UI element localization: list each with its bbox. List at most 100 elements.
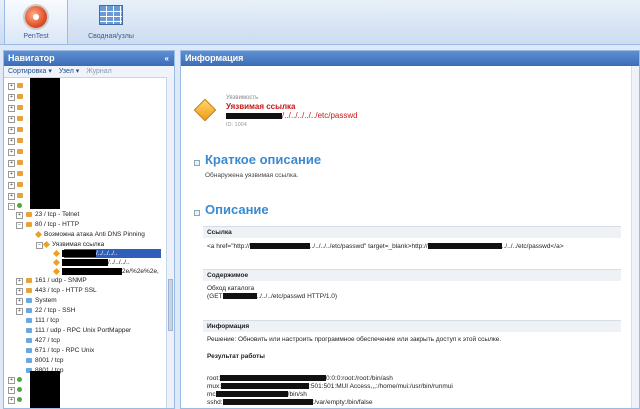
tree-service-node[interactable]: 111 / tcp — [26, 316, 59, 325]
result-user: root: — [207, 375, 221, 382]
tree-service-node[interactable]: 8001 / tcp — [26, 356, 64, 365]
expand-icon[interactable]: + — [8, 387, 15, 394]
tree-service-node[interactable]: 443 / tcp - HTTP SSL — [26, 286, 97, 295]
tree-service-node[interactable]: 23 / tcp - Telnet — [26, 210, 79, 219]
tree-node-label: 111 / udp - RPC Unix PortMapper — [35, 327, 132, 334]
tree-host-node[interactable] — [17, 180, 26, 189]
expand-icon[interactable]: + — [16, 278, 23, 285]
expand-icon[interactable]: + — [16, 288, 23, 295]
tree-service-node[interactable]: 80 / tcp - HTTP — [26, 220, 79, 229]
tree-service-node[interactable]: 22 / tcp - SSH — [26, 306, 75, 315]
tree-host-node[interactable] — [17, 385, 25, 394]
vuln-icon — [52, 249, 61, 257]
information-scrollbar[interactable] — [631, 66, 639, 408]
tree-host-node[interactable] — [17, 81, 26, 90]
result-tail: /bin/sh — [287, 391, 307, 398]
section-toggle-icon[interactable] — [194, 160, 200, 166]
tree-host-node[interactable] — [17, 92, 26, 101]
tree-service-node[interactable]: 161 / udp - SNMP — [26, 276, 87, 285]
tree-host-node[interactable] — [17, 169, 26, 178]
tree-node-label: System — [35, 297, 57, 304]
expand-icon[interactable]: + — [8, 105, 15, 112]
expand-icon[interactable]: + — [8, 377, 15, 384]
tree-vuln-link[interactable]: 2e/%2e%2e, — [52, 267, 159, 276]
navigator-title: Навигатор — [8, 53, 55, 63]
navigator-panel: Навигатор « Сортировка ▾ Узел ▾ Журнал +… — [3, 50, 175, 409]
information-header: Информация — [181, 51, 639, 66]
expand-icon[interactable]: + — [8, 160, 15, 167]
expand-icon[interactable]: + — [8, 83, 15, 90]
link-text-part: ../../../etc/passwd</a> — [501, 243, 564, 250]
tree-service-node[interactable]: System — [26, 296, 57, 305]
expand-icon[interactable]: + — [8, 116, 15, 123]
tree-node-label: 111 / tcp — [35, 317, 59, 324]
tree-host-node[interactable] — [17, 136, 26, 145]
tab-summary-nodes[interactable]: Сводная/узлы — [78, 0, 144, 44]
expand-icon[interactable]: + — [8, 397, 15, 404]
collapse-node-icon[interactable]: − — [8, 203, 15, 210]
tree-service-node[interactable]: 427 / tcp — [26, 336, 60, 345]
section-toggle-icon[interactable] — [194, 210, 200, 216]
expand-icon[interactable]: + — [8, 138, 15, 145]
tree-host-node[interactable] — [17, 125, 26, 134]
vuln-path-text: /../../../../../etc/passwd — [282, 111, 358, 120]
expand-icon[interactable]: + — [8, 94, 15, 101]
expand-icon[interactable]: + — [8, 149, 15, 156]
tree-host-node[interactable] — [17, 158, 26, 167]
service-icon — [26, 277, 32, 283]
tree-host-node[interactable] — [17, 103, 26, 112]
expand-icon[interactable]: + — [8, 193, 15, 200]
vuln-type: Уязвимость — [226, 95, 259, 101]
tree-host-node[interactable] — [17, 191, 26, 200]
host-icon — [17, 159, 23, 165]
tree-node-label: 22 / tcp - SSH — [35, 307, 76, 314]
tree-vuln-node[interactable]: Уязвимая ссылка — [42, 240, 105, 249]
expand-icon[interactable]: + — [8, 182, 15, 189]
expand-icon[interactable]: + — [8, 127, 15, 134]
collapse-icon[interactable]: « — [165, 51, 169, 66]
info-header: Информация — [203, 320, 621, 332]
result-user: sshd: — [207, 399, 223, 406]
host-icon — [17, 148, 23, 154]
tree-service-node[interactable]: 111 / udp - RPC Unix PortMapper — [26, 326, 131, 335]
tree-host-node[interactable] — [17, 375, 25, 384]
solution-text: Решение: Обновить или настроить программ… — [207, 336, 502, 343]
information-title: Информация — [185, 53, 244, 63]
scrollbar-thumb[interactable] — [168, 279, 173, 331]
tab-pentest-label: PenTest — [23, 33, 49, 40]
node-menu[interactable]: Узел ▾ — [59, 68, 79, 75]
service-icon — [26, 327, 32, 333]
redacted-text — [220, 375, 327, 382]
short-description-text: Обнаружена уязвимая ссылка. — [205, 172, 299, 179]
tree-service-node[interactable]: 671 / tcp - RPC Unix — [26, 346, 94, 355]
tree-node-label: Уязвимая ссылка — [52, 241, 105, 248]
host-icon — [17, 93, 23, 99]
result-header: Результат работы — [207, 353, 265, 360]
expand-icon[interactable]: + — [16, 212, 23, 219]
host-up-icon — [17, 396, 22, 402]
host-icon — [17, 170, 23, 176]
tree-host-node[interactable] — [17, 147, 26, 156]
navigator-scrollbar[interactable] — [166, 77, 174, 408]
expand-icon[interactable]: + — [16, 308, 23, 315]
navigator-toolbar: Сортировка ▾ Узел ▾ Журнал — [4, 66, 174, 78]
tab-pentest[interactable]: PenTest — [4, 0, 68, 44]
result-line: mc/bin/sh — [207, 391, 307, 398]
collapse-node-icon[interactable]: − — [36, 242, 43, 249]
expand-icon[interactable]: + — [16, 298, 23, 305]
vuln-icon — [34, 230, 43, 238]
journal-menu[interactable]: Журнал — [86, 68, 112, 75]
service-icon — [26, 357, 32, 363]
tree-vuln-node[interactable]: Возможна атака Anti DNS Pinning — [34, 230, 145, 239]
collapse-node-icon[interactable]: − — [16, 222, 23, 229]
vuln-icon — [52, 258, 61, 266]
tree-host-node-expanded[interactable] — [17, 201, 25, 210]
navigator-header: Навигатор « — [4, 51, 174, 66]
tree-host-node[interactable] — [17, 114, 26, 123]
grid-icon — [99, 5, 123, 25]
tree-vuln-link-selected[interactable]: /../../../.. — [52, 249, 118, 258]
expand-icon[interactable]: + — [8, 171, 15, 178]
sort-menu[interactable]: Сортировка ▾ — [8, 68, 52, 75]
tree-host-node[interactable] — [17, 395, 25, 404]
tree-vuln-link[interactable]: /../../../.. — [52, 258, 130, 267]
